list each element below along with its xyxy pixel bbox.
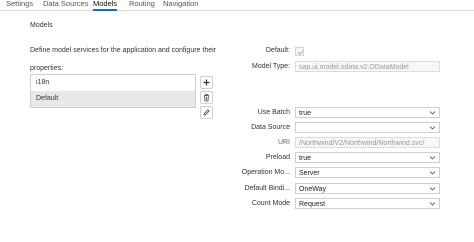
data-source-label: Data Source xyxy=(251,124,290,131)
data-source-select[interactable] xyxy=(295,122,440,133)
delete-model-button[interactable] xyxy=(200,91,213,104)
tab-data-sources[interactable]: Data Sources xyxy=(43,0,88,8)
pencil-icon xyxy=(203,109,210,116)
count-mode-select[interactable]: Request xyxy=(295,198,440,209)
default-checkbox[interactable] xyxy=(295,47,304,56)
add-model-button[interactable] xyxy=(200,76,213,89)
model-type-field: sap.ui.model.odata.v2.ODataModel xyxy=(295,61,440,72)
count-mode-label: Count Mode xyxy=(251,200,290,207)
list-item-default[interactable]: Default xyxy=(31,91,195,107)
chevron-down-icon xyxy=(429,156,436,160)
checkmark-icon xyxy=(297,50,304,56)
tab-settings[interactable]: Settings xyxy=(6,0,33,8)
section-title: Models xyxy=(30,22,53,29)
default-binding-select[interactable]: OneWay xyxy=(295,183,440,194)
tab-navigation[interactable]: Navigation xyxy=(163,0,198,8)
use-batch-value: true xyxy=(299,110,312,117)
count-mode-value: Request xyxy=(299,201,326,208)
model-type-label: Model Type: xyxy=(251,63,290,70)
chevron-down-icon xyxy=(429,171,436,175)
chevron-down-icon xyxy=(429,111,436,115)
uri-value: /Northwind/V2/Northwind/Northwind.svc/ xyxy=(299,140,425,147)
chevron-down-icon xyxy=(429,187,436,191)
operation-mode-value: Server xyxy=(299,170,320,177)
model-type-value: sap.ui.model.odata.v2.ODataModel xyxy=(299,64,409,71)
operation-mode-select[interactable]: Server xyxy=(295,167,440,178)
tab-models[interactable]: Models xyxy=(93,0,118,11)
use-batch-label: Use Batch xyxy=(257,109,290,116)
operation-mode-label: Operation Mo... xyxy=(241,169,290,176)
uri-field: /Northwind/V2/Northwind/Northwind.svc/ xyxy=(295,137,440,148)
default-label: Default: xyxy=(265,47,290,54)
default-binding-label: Default Bindi... xyxy=(244,185,290,192)
edit-model-button[interactable] xyxy=(200,106,213,119)
tab-bar: Settings Data Sources Models Routing Nav… xyxy=(0,0,474,11)
chevron-down-icon xyxy=(429,202,436,206)
tab-routing[interactable]: Routing xyxy=(129,0,155,8)
preload-label: Preload xyxy=(265,154,290,161)
chevron-down-icon xyxy=(429,126,436,130)
preload-value: true xyxy=(299,155,312,162)
plus-icon xyxy=(203,79,210,86)
trash-icon xyxy=(204,94,209,102)
uri-label: URI xyxy=(277,139,290,146)
section-description: Define model services for the applicatio… xyxy=(30,47,216,72)
preload-select[interactable]: true xyxy=(295,152,440,163)
list-item-i18n[interactable]: i18n xyxy=(31,75,195,91)
models-list: i18n Default xyxy=(30,74,196,108)
use-batch-select[interactable]: true xyxy=(295,107,440,118)
default-binding-value: OneWay xyxy=(299,186,326,193)
